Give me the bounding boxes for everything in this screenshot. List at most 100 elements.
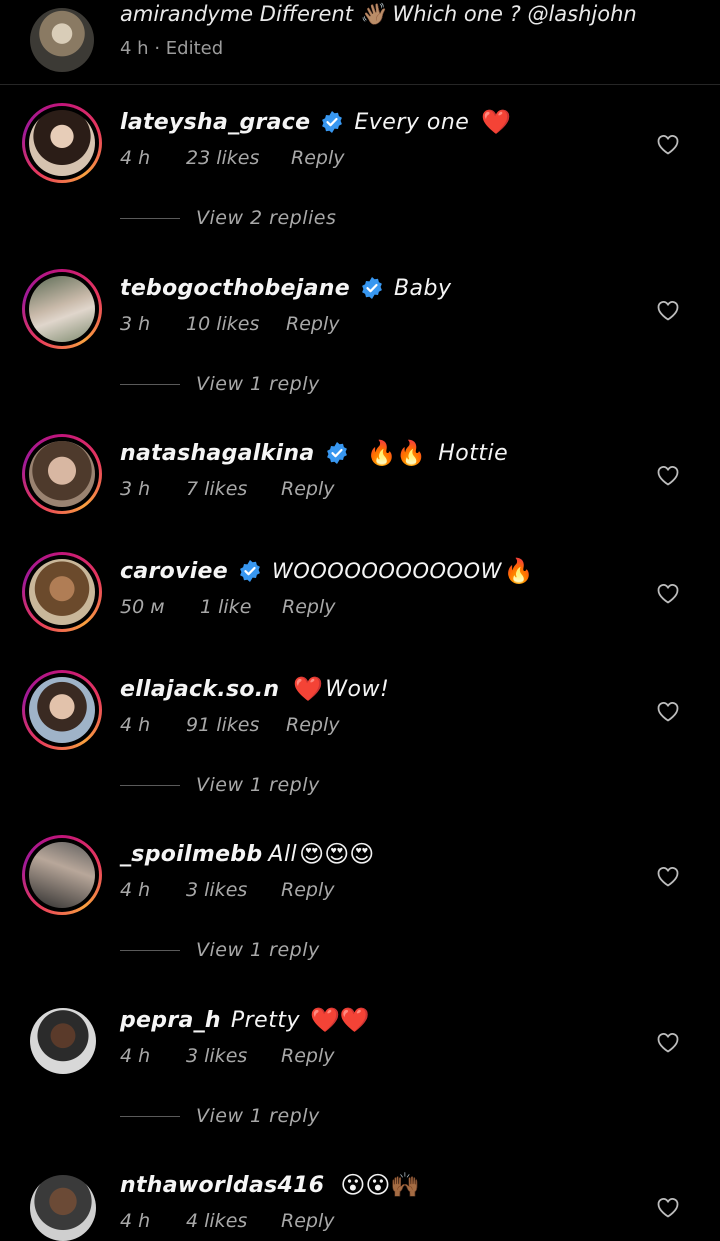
comment-time: 4 h	[120, 1210, 151, 1232]
comment-text: Baby	[393, 275, 452, 301]
reply-button[interactable]: Reply	[281, 879, 334, 901]
view-replies[interactable]: View 2 replies	[120, 204, 336, 232]
like-count[interactable]: 1 like	[200, 596, 282, 618]
story-ring[interactable]	[22, 103, 102, 183]
comment-emoji: ❤️❤️	[310, 1006, 370, 1034]
comment-time: 50 м	[120, 596, 165, 618]
view-replies[interactable]: View 1 reply	[120, 1102, 320, 1130]
reply-button[interactable]: Reply	[282, 596, 335, 618]
reply-button[interactable]: Reply	[286, 714, 339, 736]
username[interactable]: caroviee	[120, 559, 228, 584]
comment-text: Every one	[354, 109, 470, 135]
username[interactable]: pepra_h	[120, 1008, 221, 1033]
view-replies[interactable]: View 1 reply	[120, 370, 320, 398]
comment-item: tebogocthobejane Baby 3 h 10 likes Reply…	[0, 268, 720, 395]
verified-badge-icon	[362, 277, 382, 299]
comment-emoji: 🔥🔥	[366, 439, 427, 467]
username[interactable]: lateysha_grace	[120, 110, 310, 135]
comment-text: WOOOOOOOOOOOW	[271, 559, 502, 583]
reply-button[interactable]: Reply	[281, 478, 334, 500]
comment-time: 4 h	[120, 147, 151, 169]
heart-icon[interactable]	[656, 865, 680, 887]
comment-item: _spoilmebb All 😍😍😍 4 h 3 likes Reply Vie…	[0, 834, 720, 961]
divider	[120, 217, 180, 219]
comment-item: lateysha_grace Every one ❤️ 4 h 23 likes…	[0, 102, 720, 229]
avatar[interactable]	[29, 842, 95, 908]
comment-text: All	[268, 841, 298, 867]
comment-time: 4 h	[120, 714, 151, 736]
comment-emoji: 😍😍😍	[299, 840, 375, 868]
comment-emoji: 🔥	[503, 557, 534, 585]
heart-icon[interactable]	[656, 464, 680, 486]
comment-time: 3 h	[120, 313, 151, 335]
like-count[interactable]: 4 likes	[186, 1210, 281, 1232]
comment-meta: 4 h · Edited	[120, 38, 223, 59]
story-ring[interactable]	[22, 434, 102, 514]
comment-item: caroviee WOOOOOOOOOOOW 🔥 50 м 1 like Rep…	[0, 551, 720, 671]
story-ring[interactable]	[22, 269, 102, 349]
reply-button[interactable]: Reply	[291, 147, 344, 169]
avatar[interactable]	[30, 8, 94, 72]
story-ring[interactable]	[22, 835, 102, 915]
reply-button[interactable]: Reply	[286, 313, 339, 335]
comment-text: amirandyme Different 👋🏽 Which one ? @las…	[120, 2, 637, 26]
comment-item: ellajack.so.n ❤️ Wow! 4 h 91 likes Reply…	[0, 669, 720, 796]
view-replies[interactable]: View 1 reply	[120, 771, 320, 799]
verified-badge-icon	[326, 442, 347, 464]
edited-label: Edited	[165, 38, 224, 59]
avatar[interactable]	[29, 441, 95, 507]
comment-text: Hottie	[438, 440, 509, 466]
avatar[interactable]	[29, 559, 95, 625]
heart-icon[interactable]	[656, 299, 680, 321]
story-ring[interactable]	[22, 552, 102, 632]
heart-icon[interactable]	[656, 1196, 680, 1218]
comment-text: Pretty	[230, 1007, 300, 1033]
username[interactable]: _spoilmebb	[120, 842, 262, 867]
comment-time: 3 h	[120, 478, 151, 500]
heart-icon[interactable]	[656, 582, 680, 604]
heart-icon[interactable]	[656, 700, 680, 722]
comment-text: Wow!	[325, 676, 390, 702]
divider	[120, 784, 180, 786]
like-count[interactable]: 91 likes	[186, 714, 286, 736]
like-count[interactable]: 7 likes	[186, 478, 281, 500]
comment-emoji: 😮😮🙌🏾	[340, 1171, 421, 1199]
comment-time: 4 h	[120, 879, 151, 901]
view-replies[interactable]: View 1 reply	[120, 936, 320, 964]
reply-button[interactable]: Reply	[281, 1210, 334, 1232]
like-count[interactable]: 23 likes	[186, 147, 291, 169]
view-replies-button[interactable]: View 1 reply	[196, 1105, 320, 1127]
separator: ·	[154, 38, 161, 59]
username[interactable]: ellajack.so.n	[120, 677, 279, 702]
username[interactable]: natashagalkina	[120, 441, 315, 466]
view-replies-button[interactable]: View 2 replies	[196, 207, 336, 229]
avatar[interactable]	[29, 276, 95, 342]
username[interactable]: tebogocthobejane	[120, 276, 350, 301]
divider	[120, 383, 180, 385]
comment-item: nthaworldas416 😮😮🙌🏾 4 h 4 likes Reply	[0, 1165, 720, 1241]
reply-button[interactable]: Reply	[281, 1045, 334, 1067]
like-count[interactable]: 3 likes	[186, 879, 281, 901]
comment-item: natashagalkina 🔥🔥 Hottie 3 h 7 likes Rep…	[0, 433, 720, 553]
heart-icon[interactable]	[656, 1031, 680, 1053]
comment-emoji: ❤️	[293, 675, 324, 703]
avatar[interactable]	[29, 677, 95, 743]
avatar[interactable]	[30, 1175, 96, 1241]
view-replies-button[interactable]: View 1 reply	[196, 939, 320, 961]
comment-time: 4 h	[120, 1045, 151, 1067]
verified-badge-icon	[240, 560, 260, 582]
comment-emoji: ❤️	[481, 108, 512, 136]
heart-icon[interactable]	[656, 133, 680, 155]
avatar[interactable]	[29, 110, 95, 176]
divider	[120, 1115, 180, 1117]
view-replies-button[interactable]: View 1 reply	[196, 373, 320, 395]
top-comment: amirandyme Different 👋🏽 Which one ? @las…	[0, 0, 720, 85]
comment-item: pepra_h Pretty ❤️❤️ 4 h 3 likes Reply Vi…	[0, 1000, 720, 1127]
view-replies-button[interactable]: View 1 reply	[196, 774, 320, 796]
story-ring[interactable]	[22, 670, 102, 750]
username[interactable]: nthaworldas416	[120, 1173, 324, 1198]
like-count[interactable]: 3 likes	[186, 1045, 281, 1067]
verified-badge-icon	[322, 111, 343, 133]
avatar[interactable]	[30, 1008, 96, 1074]
like-count[interactable]: 10 likes	[186, 313, 286, 335]
